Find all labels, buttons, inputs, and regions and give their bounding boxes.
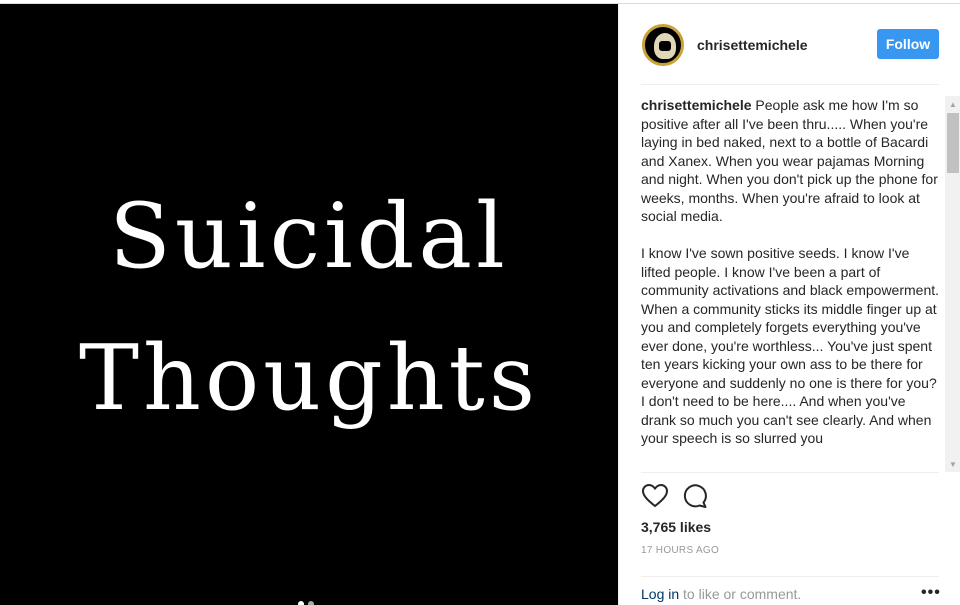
post-details-panel: chrisettemichele Follow chrisettemichele… xyxy=(618,4,960,605)
login-prompt: Log in to like or comment. xyxy=(641,586,939,602)
heart-icon[interactable] xyxy=(641,482,669,510)
caption-username[interactable]: chrisettemichele xyxy=(641,97,752,113)
post-image[interactable]: Suicidal Thoughts xyxy=(0,4,618,605)
caption-scrollbar[interactable]: ▲ ▼ xyxy=(945,96,960,472)
comment-icon[interactable] xyxy=(681,482,709,510)
more-options-icon[interactable]: ••• xyxy=(921,584,941,602)
scrollbar-thumb[interactable] xyxy=(947,113,959,173)
image-text-line2: Thoughts xyxy=(78,326,540,431)
divider xyxy=(641,576,939,577)
divider xyxy=(641,84,939,85)
caption-paragraph-2: I know I've sown positive seeds. I know … xyxy=(641,245,940,446)
carousel-indicator xyxy=(298,601,320,605)
carousel-dot-active xyxy=(298,601,304,605)
login-suffix: to like or comment. xyxy=(679,586,802,602)
caption-text-1: People ask me how I'm so positive after … xyxy=(641,97,938,224)
avatar[interactable] xyxy=(642,24,684,66)
carousel-dot xyxy=(308,601,314,605)
header-username[interactable]: chrisettemichele xyxy=(697,37,808,53)
post-timestamp[interactable]: 17 HOURS AGO xyxy=(641,545,719,556)
post-actions xyxy=(641,482,709,512)
caption-paragraph-1: chrisettemichele People ask me how I'm s… xyxy=(641,96,941,226)
image-text-line1: Suicidal xyxy=(109,184,509,289)
avatar-image xyxy=(654,33,676,59)
login-link[interactable]: Log in xyxy=(641,586,679,602)
divider xyxy=(641,472,939,473)
caption-area[interactable]: chrisettemichele People ask me how I'm s… xyxy=(641,96,941,472)
post-header: chrisettemichele Follow xyxy=(619,4,960,84)
scroll-down-arrow-icon[interactable]: ▼ xyxy=(945,456,960,472)
caption: chrisettemichele People ask me how I'm s… xyxy=(641,96,941,448)
likes-count[interactable]: 3,765 likes xyxy=(641,519,711,535)
follow-button[interactable]: Follow xyxy=(877,29,939,59)
scroll-up-arrow-icon[interactable]: ▲ xyxy=(945,96,960,112)
